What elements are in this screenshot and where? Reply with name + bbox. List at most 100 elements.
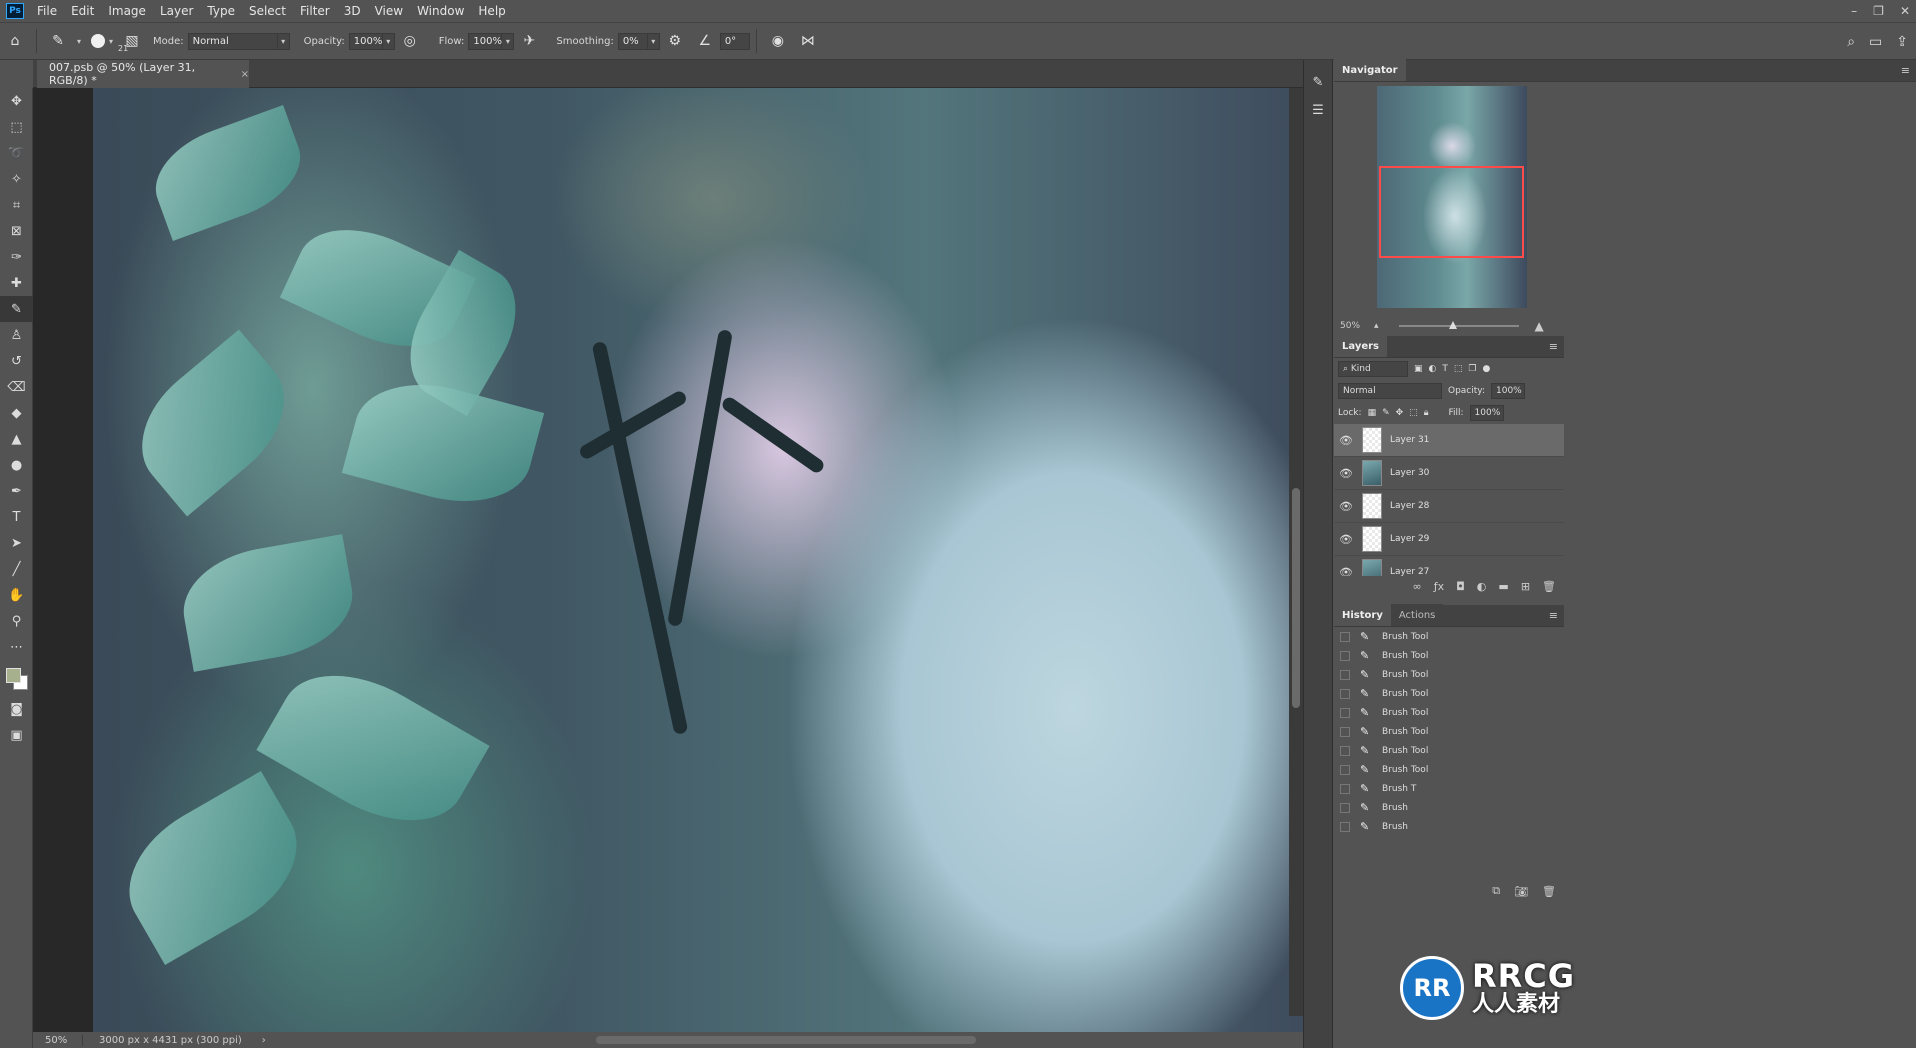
chevron-down-icon[interactable]: ▾ [382,32,395,50]
mode-select[interactable]: Normal [187,32,278,50]
search-icon[interactable]: ⌕ [1847,34,1855,50]
layer-row[interactable]: 👁︎ Layer 27 [1334,556,1564,576]
chevron-down-icon[interactable]: ▾ [105,33,117,50]
type-tool-icon[interactable]: T [0,504,33,530]
new-document-from-state-icon[interactable]: ⧉ [1492,884,1500,898]
brush-panel-icon[interactable]: ✎ [1304,68,1332,96]
healing-tool-icon[interactable]: ✚ [0,270,33,296]
layer-filter-select[interactable]: ⌕ Kind [1338,361,1408,377]
pressure-size-icon[interactable]: ◉ [767,30,789,52]
line-tool-icon[interactable]: ╱ [0,556,33,582]
fill-input[interactable]: 100% [1469,405,1504,421]
layer-row[interactable]: 👁︎ Layer 29 [1334,523,1564,556]
navigator-zoom-slider[interactable] [1398,321,1519,329]
adjustments-panel-icon[interactable]: ☰ [1304,96,1332,124]
eyedropper-tool-icon[interactable]: ✑ [0,244,33,270]
horizontal-scrollbar[interactable] [296,1032,1303,1048]
blend-mode-select[interactable]: Normal [1338,383,1442,399]
close-tab-icon[interactable]: × [241,69,249,80]
layer-row[interactable]: 👁︎ Layer 31 [1334,424,1564,457]
brush-preset-icon[interactable]: ✎ [47,30,69,52]
zoom-tool-icon[interactable]: ⚲ [0,608,33,634]
menu-file[interactable]: File [30,0,64,22]
quick-mask-icon[interactable]: ◙ [0,696,33,722]
type-filter-icon[interactable]: T [1442,364,1448,374]
zoom-out-icon[interactable]: ▴ [1374,321,1379,331]
menu-3d[interactable]: 3D [337,0,368,22]
link-layers-icon[interactable]: ∞ [1413,580,1422,593]
share-icon[interactable]: ⇪ [1896,34,1908,50]
restore-button[interactable]: ❐ [1873,4,1884,18]
panel-menu-icon[interactable]: ≡ [1901,64,1910,77]
eye-icon[interactable]: 👁︎ [1334,500,1358,513]
tab-navigator[interactable]: Navigator [1334,59,1406,81]
frame-tool-icon[interactable]: ⊠ [0,218,33,244]
image-filter-icon[interactable]: ▣ [1414,364,1423,374]
navigator-view-rectangle[interactable] [1379,166,1524,258]
pen-tool-icon[interactable]: ✒ [0,478,33,504]
new-layer-icon[interactable]: ⊞ [1521,580,1530,593]
marquee-tool-icon[interactable]: ⬚ [0,114,33,140]
dodge-tool-icon[interactable]: ● [0,452,33,478]
history-item[interactable]: ✎ Brush [1334,817,1564,836]
history-item[interactable]: ✎ Brush T [1334,779,1564,798]
menu-view[interactable]: View [368,0,410,22]
menu-window[interactable]: Window [410,0,471,22]
brush-tool-icon[interactable]: ✎ [0,296,33,322]
trash-icon[interactable]: 🗑︎ [1542,580,1556,593]
eraser-tool-icon[interactable]: ⌫ [0,374,33,400]
shape-filter-icon[interactable]: ⬚ [1454,364,1463,374]
history-checkbox[interactable] [1340,802,1350,813]
menu-type[interactable]: Type [200,0,242,22]
painting-canvas[interactable] [93,88,1303,1032]
lock-all-icon[interactable]: 🔒︎ [1424,408,1429,418]
adjustment-layer-icon[interactable]: ◐ [1477,580,1487,593]
home-icon[interactable]: ⌂ [4,30,26,52]
history-checkbox[interactable] [1340,821,1350,832]
move-tool-icon[interactable]: ✥ [0,88,33,114]
history-brush-tool-icon[interactable]: ↺ [0,348,33,374]
status-zoom[interactable]: 50% [33,1034,83,1046]
crop-tool-icon[interactable]: ⌗ [0,192,33,218]
lock-position-icon[interactable]: ✥ [1396,408,1404,418]
path-select-tool-icon[interactable]: ➤ [0,530,33,556]
menu-layer[interactable]: Layer [153,0,200,22]
lock-transparent-icon[interactable]: ▦ [1368,408,1377,418]
more-tools-icon[interactable]: ⋯ [0,634,33,660]
history-item[interactable]: ✎ Brush Tool [1334,703,1564,722]
pressure-opacity-icon[interactable]: ◎ [399,30,421,52]
tab-actions[interactable]: Actions [1390,604,1444,626]
history-checkbox[interactable] [1340,764,1350,775]
history-checkbox[interactable] [1340,669,1350,680]
smart-object-filter-icon[interactable]: ❐ [1468,364,1476,374]
document-tab[interactable]: 007.psb @ 50% (Layer 31, RGB/8) * × [37,60,249,88]
quick-select-tool-icon[interactable]: ✧ [0,166,33,192]
tab-history[interactable]: History [1334,604,1391,626]
layer-opacity-input[interactable]: 100% [1491,383,1525,399]
hand-tool-icon[interactable]: ✋ [0,582,33,608]
chevron-down-icon[interactable]: ▾ [647,32,660,50]
tab-layers[interactable]: Layers [1334,335,1387,357]
foreground-color-swatch[interactable] [6,668,21,683]
status-menu-arrow[interactable]: › [262,1035,266,1046]
add-mask-icon[interactable]: ◘ [1456,580,1465,593]
minimize-button[interactable]: – [1851,4,1857,18]
snapshot-camera-icon[interactable]: 📷︎ [1514,885,1528,898]
eye-icon[interactable]: 👁︎ [1334,434,1358,447]
stamp-tool-icon[interactable]: ♙ [0,322,33,348]
history-item[interactable]: ✎ Brush Tool [1334,760,1564,779]
history-checkbox[interactable] [1340,726,1350,737]
chevron-down-icon[interactable]: ▾ [73,33,85,50]
menu-help[interactable]: Help [471,0,512,22]
screen-mode-icon[interactable]: ▣ [0,722,33,748]
eye-icon[interactable]: 👁︎ [1334,566,1358,577]
panel-menu-icon[interactable]: ≡ [1549,340,1558,353]
canvas-area[interactable] [33,88,1303,1032]
menu-filter[interactable]: Filter [293,0,337,22]
history-checkbox[interactable] [1340,650,1350,661]
adjustment-filter-icon[interactable]: ◐ [1429,364,1437,374]
airbrush-icon[interactable]: ✈ [518,30,540,52]
lasso-tool-icon[interactable]: ➰ [0,140,33,166]
eye-icon[interactable]: 👁︎ [1334,467,1358,480]
menu-edit[interactable]: Edit [64,0,101,22]
